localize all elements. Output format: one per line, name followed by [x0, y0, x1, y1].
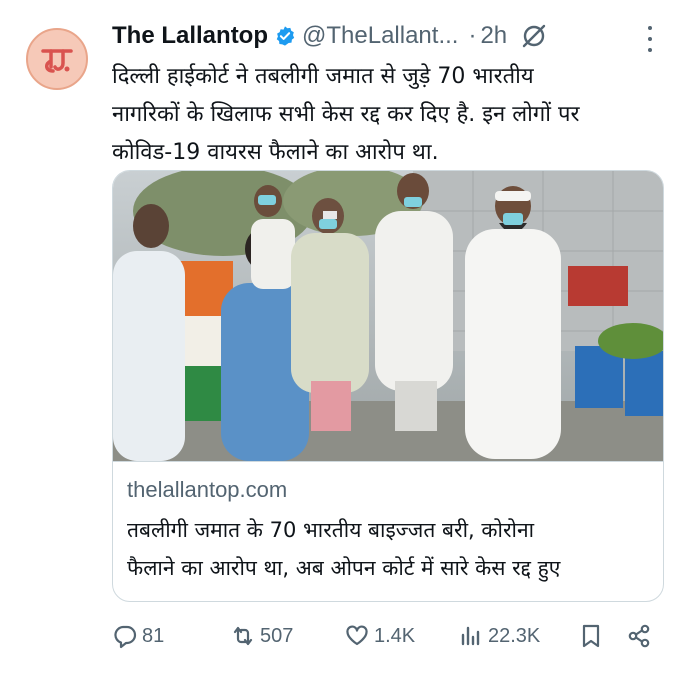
bookmark-icon [582, 624, 600, 648]
card-image[interactable] [113, 171, 663, 461]
more-options-icon[interactable] [640, 26, 660, 52]
card-title[interactable]: तबलीगी जमात के 70 भारतीय बाइज्जत बरी, को… [127, 511, 657, 587]
tweet-text-line: दिल्ली हाईकोर्ट ने तबलीगी जमात से जुड़े … [112, 64, 534, 89]
like-icon [346, 625, 368, 646]
repost-button[interactable]: 507 [230, 618, 293, 654]
reply-count: 81 [142, 624, 165, 647]
timestamp[interactable]: 2h [480, 22, 507, 50]
like-button[interactable]: 1.4K [344, 618, 415, 654]
link-card[interactable]: thelallantop.com तबलीगी जमात के 70 भारती… [112, 170, 664, 602]
author-name[interactable]: The Lallantop [112, 22, 268, 50]
tweet-text-line: नागरिकों के खिलाफ सभी केस रद्द कर दिए है… [112, 102, 580, 127]
views-button[interactable]: 22.3K [458, 618, 540, 654]
tweet-text: दिल्ली हाईकोर्ट ने तबलीगी जमात से जुड़े … [112, 58, 652, 172]
views-count: 22.3K [488, 624, 541, 647]
reply-button[interactable]: 81 [112, 618, 164, 654]
tweet-header: The Lallantop @TheLallant... · 2h [112, 18, 642, 54]
tweet[interactable]: The Lallantop @TheLallant... · 2h दिल्ली… [0, 0, 676, 680]
action-bar: 81 507 1.4K 22.3K [112, 618, 662, 654]
like-count: 1.4K [374, 624, 416, 647]
views-icon [461, 626, 480, 646]
repost-count: 507 [260, 624, 294, 647]
grok-icon[interactable] [521, 23, 547, 49]
repost-icon [233, 626, 253, 646]
card-title-line: तबलीगी जमात के 70 भारतीय बाइज्जत बरी, को… [127, 518, 535, 542]
card-domain[interactable]: thelallantop.com [127, 477, 287, 503]
verified-badge-icon [274, 25, 296, 47]
avatar[interactable] [26, 28, 88, 90]
tweet-text-line: कोविड-19 वायरस फैलाने का आरोप था. [112, 140, 439, 165]
bookmark-button[interactable] [578, 618, 604, 654]
card-title-line: फैलाने का आरोप था, अब ओपन कोर्ट में सारे… [127, 556, 561, 580]
card-divider [113, 461, 663, 462]
share-button[interactable] [626, 618, 652, 654]
author-handle[interactable]: @TheLallant... [302, 22, 458, 50]
separator-dot: · [468, 22, 477, 49]
share-icon [628, 624, 650, 648]
lallantop-logo-icon [33, 35, 81, 83]
reply-icon [114, 625, 137, 649]
